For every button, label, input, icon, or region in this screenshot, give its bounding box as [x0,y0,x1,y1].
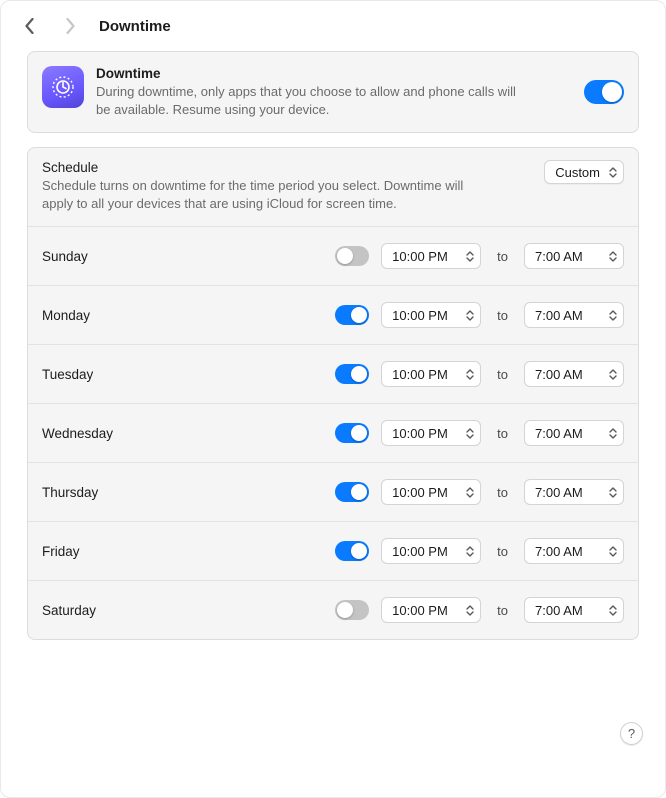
from-time-value: 10:00 PM [392,308,448,323]
from-time-field[interactable]: 10:00 PM [381,538,481,564]
chevron-up-down-icon [606,307,619,323]
to-time-field[interactable]: 7:00 AM [524,243,624,269]
downtime-icon [42,66,84,108]
card-title: Downtime [96,66,572,81]
to-time-field[interactable]: 7:00 AM [524,361,624,387]
day-toggle[interactable] [335,541,369,561]
day-row: Wednesday 10:00 PM to 7:00 AM [28,404,638,463]
chevron-up-down-icon [463,543,476,559]
chevron-up-down-icon [606,366,619,382]
help-button[interactable]: ? [620,722,643,745]
day-row: Monday 10:00 PM to 7:00 AM [28,286,638,345]
to-time-value: 7:00 AM [535,603,583,618]
day-label: Friday [42,544,323,559]
downtime-toggle[interactable] [584,80,624,104]
from-time-field[interactable]: 10:00 PM [381,479,481,505]
day-toggle[interactable] [335,600,369,620]
day-row: Friday 10:00 PM to 7:00 AM [28,522,638,581]
back-button[interactable] [15,13,45,39]
from-time-value: 10:00 PM [392,249,448,264]
day-label: Sunday [42,249,323,264]
day-label: Tuesday [42,367,323,382]
from-time-value: 10:00 PM [392,603,448,618]
page-title: Downtime [99,18,171,35]
to-time-value: 7:00 AM [535,249,583,264]
to-time-field[interactable]: 7:00 AM [524,420,624,446]
chevron-up-down-icon [606,248,619,264]
chevron-up-down-icon [463,307,476,323]
to-time-value: 7:00 AM [535,367,583,382]
day-toggle[interactable] [335,423,369,443]
to-time-field[interactable]: 7:00 AM [524,538,624,564]
to-time-value: 7:00 AM [535,544,583,559]
card-description: During downtime, only apps that you choo… [96,83,516,118]
to-time-value: 7:00 AM [535,426,583,441]
schedule-mode-value: Custom [555,165,600,180]
to-label: to [493,544,512,559]
chevron-up-down-icon [606,484,619,500]
chevron-up-down-icon [463,248,476,264]
day-toggle[interactable] [335,364,369,384]
chevron-up-down-icon [606,425,619,441]
to-label: to [493,308,512,323]
to-time-value: 7:00 AM [535,308,583,323]
chevron-up-down-icon [463,484,476,500]
day-label: Saturday [42,603,323,618]
chevron-up-down-icon [606,164,619,180]
to-time-field[interactable]: 7:00 AM [524,597,624,623]
from-time-field[interactable]: 10:00 PM [381,597,481,623]
to-label: to [493,367,512,382]
day-toggle[interactable] [335,482,369,502]
day-row: Thursday 10:00 PM to 7:00 AM [28,463,638,522]
help-icon: ? [628,726,635,741]
to-label: to [493,485,512,500]
day-row: Sunday 10:00 PM to 7:00 AM [28,227,638,286]
forward-button[interactable] [55,13,85,39]
from-time-field[interactable]: 10:00 PM [381,361,481,387]
from-time-value: 10:00 PM [392,367,448,382]
day-label: Monday [42,308,323,323]
downtime-card: Downtime During downtime, only apps that… [27,51,639,133]
chevron-up-down-icon [606,602,619,618]
chevron-up-down-icon [606,543,619,559]
day-label: Thursday [42,485,323,500]
schedule-description: Schedule turns on downtime for the time … [42,177,472,212]
from-time-value: 10:00 PM [392,544,448,559]
day-label: Wednesday [42,426,323,441]
day-toggle[interactable] [335,246,369,266]
navigation-bar: Downtime [1,1,665,47]
schedule-card: Schedule Schedule turns on downtime for … [27,147,639,640]
from-time-value: 10:00 PM [392,485,448,500]
to-time-field[interactable]: 7:00 AM [524,302,624,328]
day-toggle[interactable] [335,305,369,325]
day-row: Tuesday 10:00 PM to 7:00 AM [28,345,638,404]
chevron-up-down-icon [463,366,476,382]
chevron-up-down-icon [463,602,476,618]
chevron-up-down-icon [463,425,476,441]
to-time-value: 7:00 AM [535,485,583,500]
schedule-title: Schedule [42,160,534,175]
day-row: Saturday 10:00 PM to 7:00 AM [28,581,638,639]
to-label: to [493,249,512,264]
schedule-mode-select[interactable]: Custom [544,160,624,184]
from-time-field[interactable]: 10:00 PM [381,420,481,446]
from-time-field[interactable]: 10:00 PM [381,302,481,328]
to-label: to [493,603,512,618]
to-time-field[interactable]: 7:00 AM [524,479,624,505]
from-time-field[interactable]: 10:00 PM [381,243,481,269]
from-time-value: 10:00 PM [392,426,448,441]
to-label: to [493,426,512,441]
